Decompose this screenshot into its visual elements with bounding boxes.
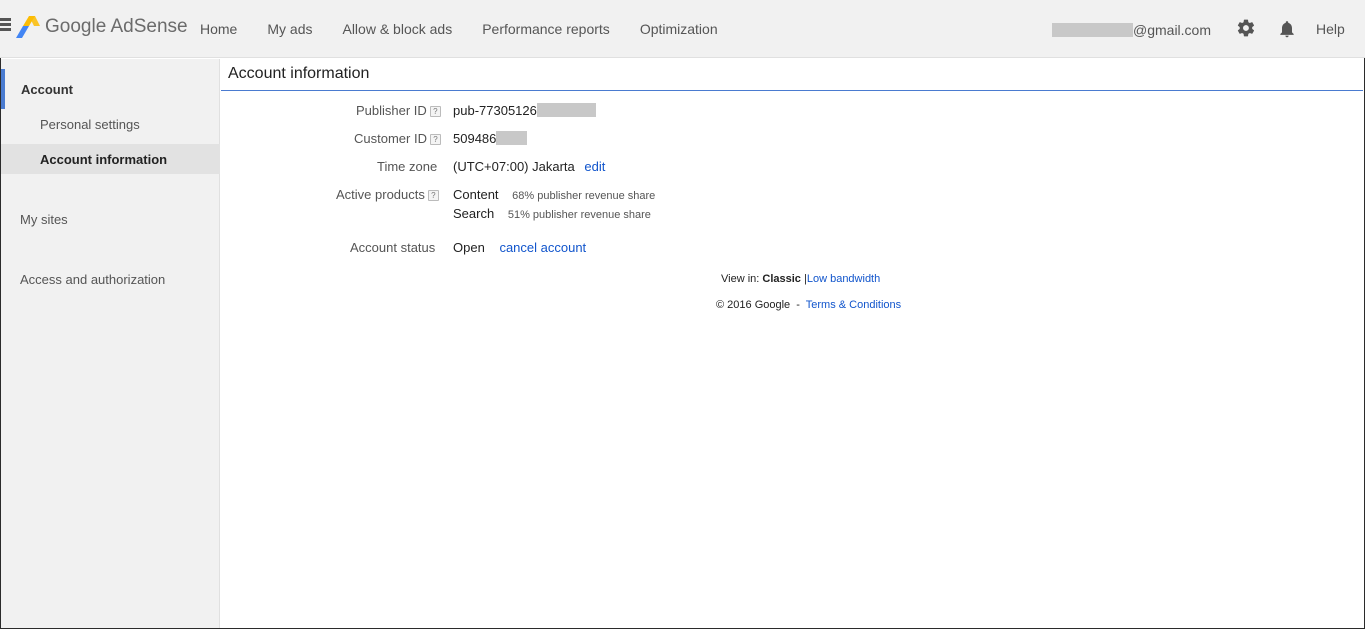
view-mode-switcher: View in: Classic |Low bandwidth: [721, 273, 881, 285]
nav-allow-block-ads[interactable]: Allow & block ads: [342, 21, 452, 37]
top-bar: Google AdSense Home My ads Allow & block…: [0, 0, 1365, 58]
logo-text[interactable]: Google AdSense: [45, 16, 188, 38]
terms-link[interactable]: Terms & Conditions: [806, 299, 901, 311]
title-divider: [221, 90, 1363, 91]
account-status-value: Open cancel account: [453, 240, 587, 255]
nav-home[interactable]: Home: [200, 21, 237, 37]
customer-id-label: Customer ID?: [354, 131, 441, 146]
product-content: Content 68% publisher revenue share: [453, 187, 656, 202]
sidebar-item-account-information[interactable]: Account information: [1, 144, 220, 174]
nav-optimization[interactable]: Optimization: [640, 21, 718, 37]
active-section-indicator: [1, 69, 5, 109]
page-footer: © 2016 Google - Terms & Conditions: [716, 299, 902, 311]
cancel-account-link[interactable]: cancel account: [499, 240, 586, 255]
publisher-id-label: Publisher ID?: [356, 103, 441, 118]
low-bandwidth-link[interactable]: Low bandwidth: [807, 273, 880, 285]
account-email[interactable]: @gmail.com: [1052, 22, 1211, 38]
adsense-logo-icon[interactable]: [14, 15, 40, 39]
nav-my-ads[interactable]: My ads: [267, 21, 312, 37]
help-icon[interactable]: ?: [427, 190, 439, 201]
customer-id-value: 509486: [453, 131, 528, 146]
nav-performance-reports[interactable]: Performance reports: [482, 21, 610, 37]
sidebar-section-label: Account: [21, 82, 73, 97]
menu-icon[interactable]: [0, 18, 12, 34]
edit-time-zone-link[interactable]: edit: [584, 159, 605, 174]
copyright: © 2016 Google: [716, 299, 791, 311]
sidebar-item-access-authorization[interactable]: Access and authorization: [1, 264, 220, 294]
sidebar-item-my-sites[interactable]: My sites: [1, 204, 220, 234]
redacted-block: [1052, 23, 1133, 37]
redacted-block: [536, 103, 596, 117]
publisher-id-value: pub-77305126: [453, 103, 596, 118]
help-icon[interactable]: ?: [429, 106, 441, 117]
product-search: Search 51% publisher revenue share: [453, 206, 651, 221]
sidebar-section-account[interactable]: Account: [1, 69, 220, 109]
help-link[interactable]: Help: [1316, 21, 1345, 37]
main-nav: Home My ads Allow & block ads Performanc…: [200, 0, 748, 58]
time-zone-value: (UTC+07:00) Jakarta edit: [453, 159, 606, 174]
bell-icon[interactable]: [1277, 18, 1297, 40]
gear-icon[interactable]: [1236, 18, 1256, 38]
account-status-label: Account status: [350, 240, 436, 255]
view-classic: Classic: [762, 273, 801, 285]
sidebar-item-personal-settings[interactable]: Personal settings: [1, 109, 220, 139]
sidebar: Account Personal settings Account inform…: [1, 59, 220, 628]
redacted-block: [496, 131, 528, 145]
page-title: Account information: [228, 65, 370, 82]
time-zone-label: Time zone: [377, 159, 438, 174]
help-icon[interactable]: ?: [429, 134, 441, 145]
active-products-label: Active products?: [336, 187, 439, 202]
